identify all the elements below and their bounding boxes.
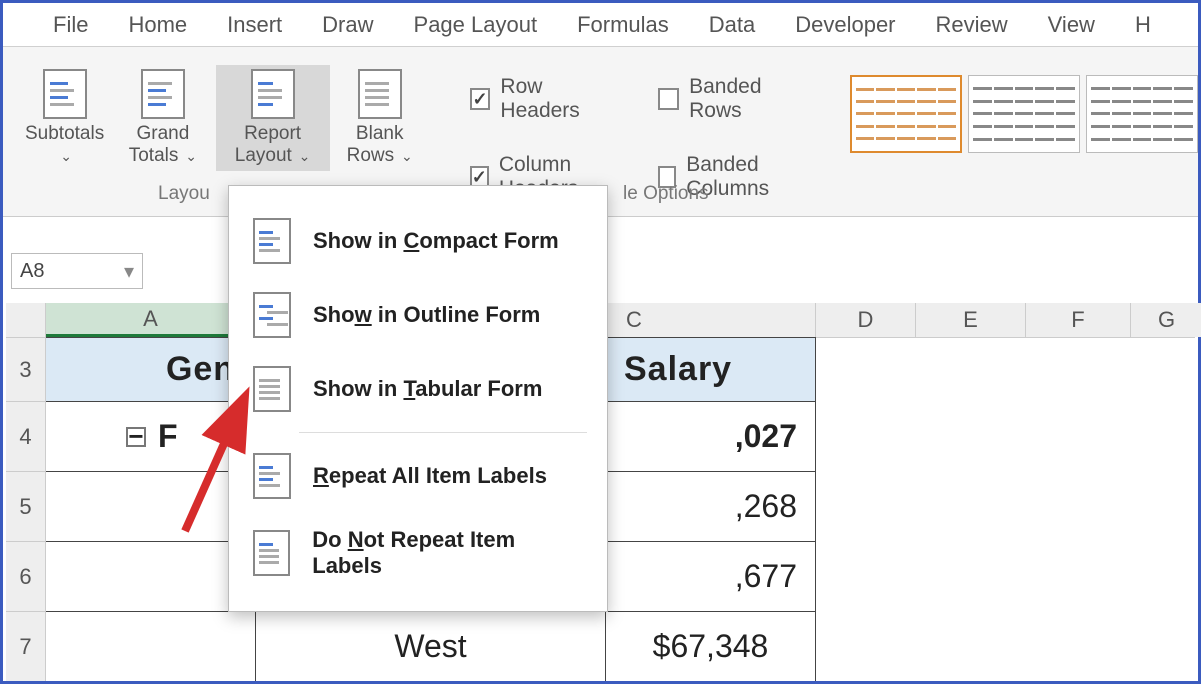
cell-b7[interactable]: West [256, 611, 606, 681]
style-thumb-2[interactable] [968, 75, 1080, 153]
collapse-icon[interactable]: − [126, 427, 146, 447]
checkbox-unchecked-icon [658, 88, 679, 110]
menu-page-layout[interactable]: Page Layout [394, 3, 558, 47]
menu-insert[interactable]: Insert [207, 3, 302, 47]
menu-cut[interactable]: H [1115, 3, 1171, 47]
row-header-4[interactable]: 4 [6, 401, 46, 471]
dropdown-outline-form[interactable]: Show in Outline Form [229, 278, 607, 352]
cell-a7[interactable] [46, 611, 256, 681]
cell-c3[interactable]: Salary [606, 337, 816, 401]
col-header-c[interactable]: C [606, 303, 816, 337]
menu-home[interactable]: Home [108, 3, 207, 47]
select-all-corner[interactable] [6, 303, 46, 337]
cell-a3[interactable]: Gene [46, 337, 256, 401]
report-layout-button[interactable]: Report Layout ⌄ [216, 65, 330, 171]
no-repeat-labels-icon [253, 530, 290, 576]
menu-view[interactable]: View [1028, 3, 1115, 47]
menu-draw[interactable]: Draw [302, 3, 393, 47]
row-headers-checkbox[interactable]: Row Headers [470, 75, 619, 123]
dropdown-repeat-labels[interactable]: Repeat All Item Labels [229, 439, 607, 513]
chevron-down-icon: ▾ [124, 259, 134, 284]
row-header-7[interactable]: 7 [6, 611, 46, 681]
cell-c7[interactable]: $67,348 [606, 611, 816, 681]
grand-totals-icon [141, 69, 185, 119]
col-header-e[interactable]: E [916, 303, 1026, 337]
col-header-a[interactable]: A [46, 303, 256, 337]
col-header-f[interactable]: F [1026, 303, 1131, 337]
row-header-6[interactable]: 6 [6, 541, 46, 611]
style-thumb-1[interactable] [850, 75, 962, 153]
cell-a4[interactable]: − F [46, 401, 256, 471]
cell-c5[interactable]: ,268 [606, 471, 816, 541]
blank-rows-button[interactable]: Blank Rows ⌄ [330, 65, 430, 171]
col-header-d[interactable]: D [816, 303, 916, 337]
checkbox-checked-icon [470, 88, 491, 110]
cell-c4[interactable]: ,027 [606, 401, 816, 471]
subtotals-icon [43, 69, 87, 119]
repeat-labels-icon [253, 453, 291, 499]
compact-form-icon [253, 218, 291, 264]
menu-review[interactable]: Review [916, 3, 1028, 47]
report-layout-icon [251, 69, 295, 119]
dropdown-no-repeat-labels[interactable]: Do Not Repeat Item Labels [229, 513, 607, 593]
menu-bar: File Home Insert Draw Page Layout Formul… [3, 3, 1198, 47]
menu-data[interactable]: Data [689, 3, 775, 47]
dropdown-compact-form[interactable]: Show in Compact Form [229, 204, 607, 278]
menu-file[interactable]: File [33, 3, 108, 47]
group-label-style-options: le Options [623, 183, 709, 205]
pivottable-styles-gallery[interactable] [810, 65, 1198, 153]
menu-formulas[interactable]: Formulas [557, 3, 689, 47]
dropdown-tabular-form[interactable]: Show in Tabular Form [229, 352, 607, 426]
grand-totals-button[interactable]: Grand Totals ⌄ [110, 65, 215, 171]
style-thumb-3[interactable] [1086, 75, 1198, 153]
banded-rows-checkbox[interactable]: Banded Rows [658, 75, 810, 123]
row-header-3[interactable]: 3 [6, 337, 46, 401]
col-header-g[interactable]: G [1131, 303, 1201, 337]
style-options-group: Row Headers Column Headers Banded Rows B… [430, 65, 810, 201]
tabular-form-icon [253, 366, 291, 412]
cell-a6[interactable] [46, 541, 256, 611]
outline-form-icon [253, 292, 291, 338]
row-header-5[interactable]: 5 [6, 471, 46, 541]
menu-developer[interactable]: Developer [775, 3, 915, 47]
cell-a5[interactable] [46, 471, 256, 541]
name-box[interactable]: A8 ▾ [11, 253, 143, 289]
blank-rows-icon [358, 69, 402, 119]
subtotals-button[interactable]: Subtotals⌄ [19, 65, 110, 171]
group-label-layout: Layou [158, 183, 210, 205]
cell-c6[interactable]: ,677 [606, 541, 816, 611]
report-layout-dropdown: Show in Compact Form Show in Outline For… [228, 185, 608, 612]
